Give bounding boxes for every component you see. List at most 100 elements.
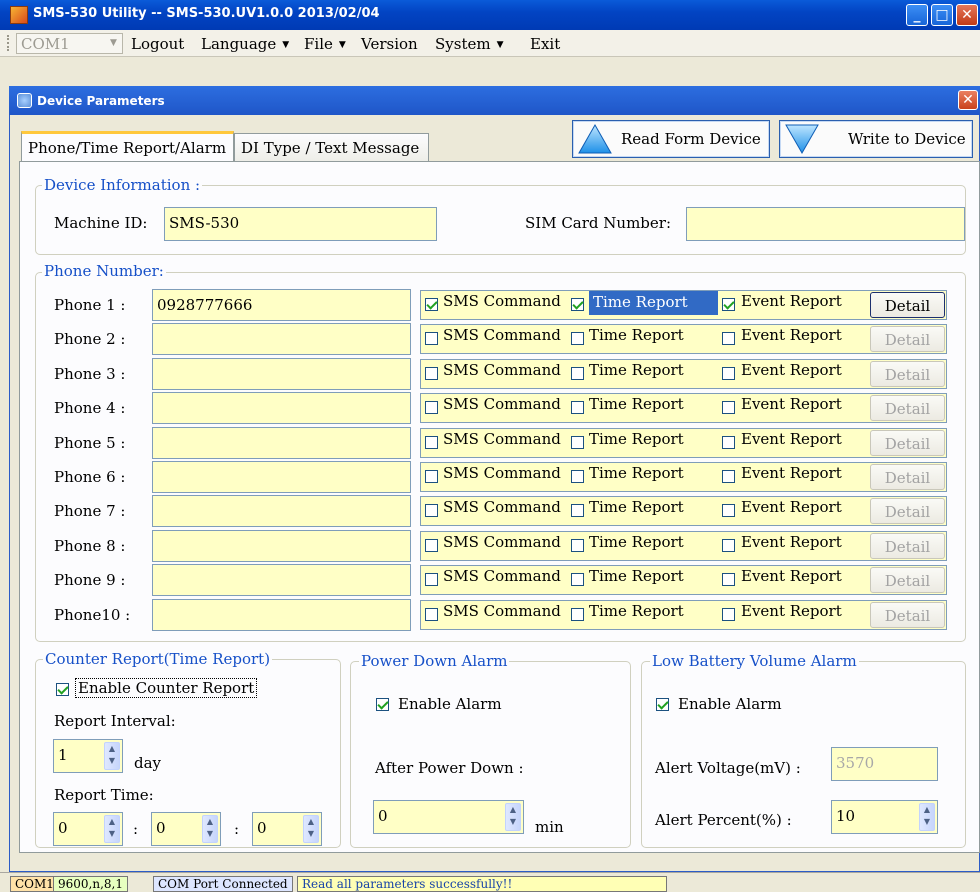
phone-6-detail-button[interactable]: Detail — [870, 464, 945, 490]
event-checkbox[interactable] — [722, 539, 735, 552]
com-port-select[interactable]: COM1 ▼ — [16, 33, 123, 54]
time-checkbox[interactable] — [571, 367, 584, 380]
phone-1-number-field[interactable]: 0928777666 — [152, 289, 411, 321]
power-down-minutes-spinner[interactable]: 0 ▲ ▼ — [373, 800, 524, 834]
power-down-enable-checkbox[interactable] — [376, 698, 389, 711]
menu-exit[interactable]: Exit — [530, 35, 560, 53]
spinner-arrows-icon[interactable]: ▲ ▼ — [202, 815, 218, 843]
phone-10-detail-button[interactable]: Detail — [870, 602, 945, 628]
phone-2-detail-button[interactable]: Detail — [870, 326, 945, 352]
time-checkbox[interactable] — [571, 470, 584, 483]
sms-checkbox[interactable] — [425, 608, 438, 621]
time-checkbox[interactable] — [571, 401, 584, 414]
read-from-device-button[interactable]: Read Form Device — [572, 120, 770, 158]
sim-card-field[interactable] — [686, 207, 965, 241]
spinner-arrows-icon[interactable]: ▲ ▼ — [104, 742, 120, 770]
low-battery-enable-checkbox[interactable] — [656, 698, 669, 711]
sms-checkbox[interactable] — [425, 332, 438, 345]
event-checkbox[interactable] — [722, 436, 735, 449]
time-checkbox[interactable] — [571, 504, 584, 517]
phone-label: Phone10 : — [54, 606, 131, 624]
tab-phone-time-report-alarm[interactable]: Phone/Time Report/Alarm — [21, 131, 234, 161]
event-checkbox[interactable] — [722, 332, 735, 345]
spinner-arrows-icon[interactable]: ▲ ▼ — [919, 803, 935, 831]
phone-9-detail-button[interactable]: Detail — [870, 567, 945, 593]
phone-3-number-field[interactable] — [152, 358, 411, 390]
sms-checkbox[interactable] — [425, 539, 438, 552]
machine-id-field[interactable]: SMS-530 — [164, 207, 437, 241]
alert-voltage-field[interactable]: 3570 — [831, 747, 938, 781]
sms-label: SMS Command — [443, 430, 561, 448]
com-port-value: COM1 — [21, 35, 70, 53]
report-hour-spinner[interactable]: 0 ▲ ▼ — [53, 812, 123, 846]
spinner-arrows-icon[interactable]: ▲ ▼ — [505, 803, 521, 831]
time-separator: : — [234, 820, 240, 838]
phone-2-number-field[interactable] — [152, 323, 411, 355]
time-checkbox[interactable] — [571, 332, 584, 345]
sms-checkbox[interactable] — [425, 298, 438, 311]
phone-9-options: SMS Command Time Report Event Report — [420, 565, 947, 595]
maximize-button[interactable]: □ — [931, 4, 953, 26]
phone-5-number-field[interactable] — [152, 427, 411, 459]
sms-label: SMS Command — [443, 395, 561, 413]
menu-system[interactable]: System ▼ — [435, 35, 504, 53]
dialog-close-button[interactable]: ✕ — [958, 90, 978, 110]
spinner-arrows-icon[interactable]: ▲ ▼ — [104, 815, 120, 843]
time-checkbox[interactable] — [571, 573, 584, 586]
phone-8-number-field[interactable] — [152, 530, 411, 562]
sms-checkbox[interactable] — [425, 367, 438, 380]
sms-checkbox[interactable] — [425, 504, 438, 517]
event-label: Event Report — [741, 292, 842, 310]
minimize-button[interactable]: _ — [906, 4, 928, 26]
time-checkbox[interactable] — [571, 436, 584, 449]
event-checkbox[interactable] — [722, 573, 735, 586]
phone-4-options: SMS Command Time Report Event Report — [420, 393, 947, 423]
sms-checkbox[interactable] — [425, 573, 438, 586]
close-button[interactable]: ✕ — [956, 4, 978, 26]
phone-10-number-field[interactable] — [152, 599, 411, 631]
write-to-device-button[interactable]: Write to Device — [779, 120, 973, 158]
phone-1-detail-button[interactable]: Detail — [870, 292, 945, 318]
phone-5-detail-button[interactable]: Detail — [870, 430, 945, 456]
menu-language[interactable]: Language ▼ — [201, 35, 289, 53]
time-checkbox[interactable] — [571, 539, 584, 552]
time-checkbox[interactable] — [571, 298, 584, 311]
menu-logout[interactable]: Logout — [131, 35, 184, 53]
spinner-arrows-icon[interactable]: ▲ ▼ — [303, 815, 319, 843]
event-checkbox[interactable] — [722, 504, 735, 517]
event-checkbox[interactable] — [722, 608, 735, 621]
phone-7-detail-button[interactable]: Detail — [870, 498, 945, 524]
chevron-down-icon[interactable]: ▼ — [105, 34, 122, 53]
menu-version[interactable]: Version — [361, 35, 418, 53]
phone-1-options: SMS Command Time Report Event Report — [420, 290, 947, 320]
status-bar: COM1 9600,n,8,1 COM Port Connected Read … — [0, 872, 980, 892]
tab-di-type-text-message[interactable]: DI Type / Text Message — [234, 133, 429, 161]
phone-4-detail-button[interactable]: Detail — [870, 395, 945, 421]
phone-9-number-field[interactable] — [152, 564, 411, 596]
time-checkbox[interactable] — [571, 608, 584, 621]
toolbar-grip-icon[interactable] — [7, 35, 10, 51]
phone-6-number-field[interactable] — [152, 461, 411, 493]
enable-counter-report-checkbox[interactable] — [56, 683, 69, 696]
low-battery-enable-label: Enable Alarm — [678, 695, 782, 713]
report-second-spinner[interactable]: 0 ▲ ▼ — [252, 812, 322, 846]
event-checkbox[interactable] — [722, 298, 735, 311]
alert-percent-spinner[interactable]: 10 ▲ ▼ — [831, 800, 938, 834]
sms-checkbox[interactable] — [425, 401, 438, 414]
sms-checkbox[interactable] — [425, 436, 438, 449]
event-checkbox[interactable] — [722, 367, 735, 380]
dropdown-arrow-icon: ▼ — [282, 40, 290, 50]
menu-file[interactable]: File ▼ — [304, 35, 346, 53]
event-checkbox[interactable] — [722, 470, 735, 483]
dropdown-arrow-icon: ▼ — [496, 40, 504, 50]
sms-checkbox[interactable] — [425, 470, 438, 483]
phone-4-number-field[interactable] — [152, 392, 411, 424]
enable-counter-report-label[interactable]: Enable Counter Report — [75, 678, 258, 698]
low-battery-legend: Low Battery Volume Alarm — [650, 652, 859, 670]
phone-7-number-field[interactable] — [152, 495, 411, 527]
phone-3-detail-button[interactable]: Detail — [870, 361, 945, 387]
report-minute-spinner[interactable]: 0 ▲ ▼ — [151, 812, 221, 846]
phone-8-detail-button[interactable]: Detail — [870, 533, 945, 559]
report-interval-spinner[interactable]: 1 ▲ ▼ — [53, 739, 123, 773]
event-checkbox[interactable] — [722, 401, 735, 414]
